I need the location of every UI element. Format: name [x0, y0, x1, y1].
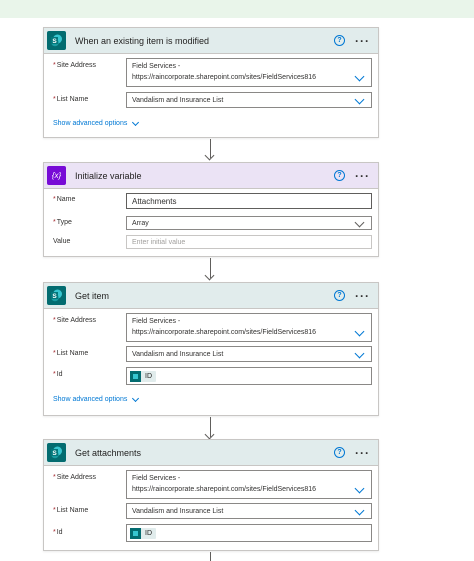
list-name-label: *List Name — [53, 507, 89, 514]
value-input[interactable]: Enter initial value — [126, 235, 372, 249]
list-name-label: *List Name — [53, 96, 89, 103]
init-variable-header[interactable]: {x} Initialize variable ? ··· — [44, 163, 378, 189]
sharepoint-icon: S — [47, 31, 66, 50]
help-icon[interactable]: ? — [334, 35, 345, 46]
id-token[interactable]: ID — [130, 528, 156, 539]
top-banner — [0, 0, 474, 18]
get-item-header[interactable]: S Get item ? ··· — [44, 283, 378, 309]
arrow-down-icon — [204, 150, 215, 161]
arrow-down-icon — [204, 270, 215, 281]
site-address-field[interactable]: Field Services - https://raincorporate.s… — [126, 58, 372, 87]
site-address-label: *Site Address — [53, 474, 97, 481]
name-field[interactable]: Attachments — [126, 193, 372, 209]
get-item-title: Get item — [75, 290, 110, 301]
help-icon[interactable]: ? — [334, 290, 345, 301]
get-attachments-title: Get attachments — [75, 447, 142, 458]
get-attachments-card: S Get attachments ? ··· *Site Address Fi… — [43, 439, 379, 551]
svg-text:S: S — [52, 293, 57, 300]
show-advanced-options-link[interactable]: Show advanced options — [53, 394, 140, 403]
arrow-down-icon — [204, 429, 215, 440]
chevron-down-icon[interactable] — [354, 71, 365, 82]
init-variable-title: Initialize variable — [75, 170, 142, 181]
id-label: *Id — [53, 371, 63, 378]
list-name-label: *List Name — [53, 350, 89, 357]
chevron-down-icon[interactable] — [354, 94, 365, 105]
sharepoint-icon — [130, 528, 141, 539]
site-address-label: *Site Address — [53, 317, 97, 324]
more-options-icon[interactable]: ··· — [355, 35, 370, 47]
site-address-field[interactable]: Field Services - https://raincorporate.s… — [126, 470, 372, 499]
type-label: *Type — [53, 219, 72, 226]
chevron-down-icon — [132, 394, 140, 402]
list-name-field[interactable]: Vandalism and Insurance List — [126, 92, 372, 108]
svg-text:S: S — [52, 450, 57, 457]
chevron-down-icon[interactable] — [354, 348, 365, 359]
get-item-card: S Get item ? ··· *Site Address Field Ser… — [43, 282, 379, 416]
chevron-down-icon[interactable] — [354, 326, 365, 337]
more-options-icon[interactable]: ··· — [355, 290, 370, 302]
init-variable-card: {x} Initialize variable ? ··· *Name Atta… — [43, 162, 379, 257]
type-select[interactable]: Array — [126, 216, 372, 230]
id-token[interactable]: ID — [130, 371, 156, 382]
id-label: *Id — [53, 529, 63, 536]
chevron-down-icon[interactable] — [354, 483, 365, 494]
svg-text:S: S — [52, 38, 57, 45]
more-options-icon[interactable]: ··· — [355, 447, 370, 459]
help-icon[interactable]: ? — [334, 447, 345, 458]
chevron-down-icon[interactable] — [354, 505, 365, 516]
site-address-label: *Site Address — [53, 62, 97, 69]
chevron-down-icon[interactable] — [354, 217, 365, 228]
show-advanced-options-link[interactable]: Show advanced options — [53, 118, 140, 127]
name-label: *Name — [53, 196, 76, 203]
site-address-field[interactable]: Field Services - https://raincorporate.s… — [126, 313, 372, 342]
sharepoint-icon: S — [47, 286, 66, 305]
trigger-card: S When an existing item is modified ? ··… — [43, 27, 379, 138]
value-label: Value — [53, 238, 71, 245]
trigger-title: When an existing item is modified — [75, 35, 210, 46]
get-attachments-header[interactable]: S Get attachments ? ··· — [44, 440, 378, 466]
id-field[interactable]: ID — [126, 367, 372, 385]
variable-icon: {x} — [47, 166, 66, 185]
sharepoint-icon — [130, 371, 141, 382]
list-name-field[interactable]: Vandalism and Insurance List — [126, 503, 372, 519]
more-options-icon[interactable]: ··· — [355, 170, 370, 182]
trigger-header[interactable]: S When an existing item is modified ? ··… — [44, 28, 378, 54]
chevron-down-icon — [132, 118, 140, 126]
help-icon[interactable]: ? — [334, 170, 345, 181]
list-name-field[interactable]: Vandalism and Insurance List — [126, 346, 372, 362]
id-field[interactable]: ID — [126, 524, 372, 542]
connector-line — [210, 552, 211, 561]
sharepoint-icon: S — [47, 443, 66, 462]
